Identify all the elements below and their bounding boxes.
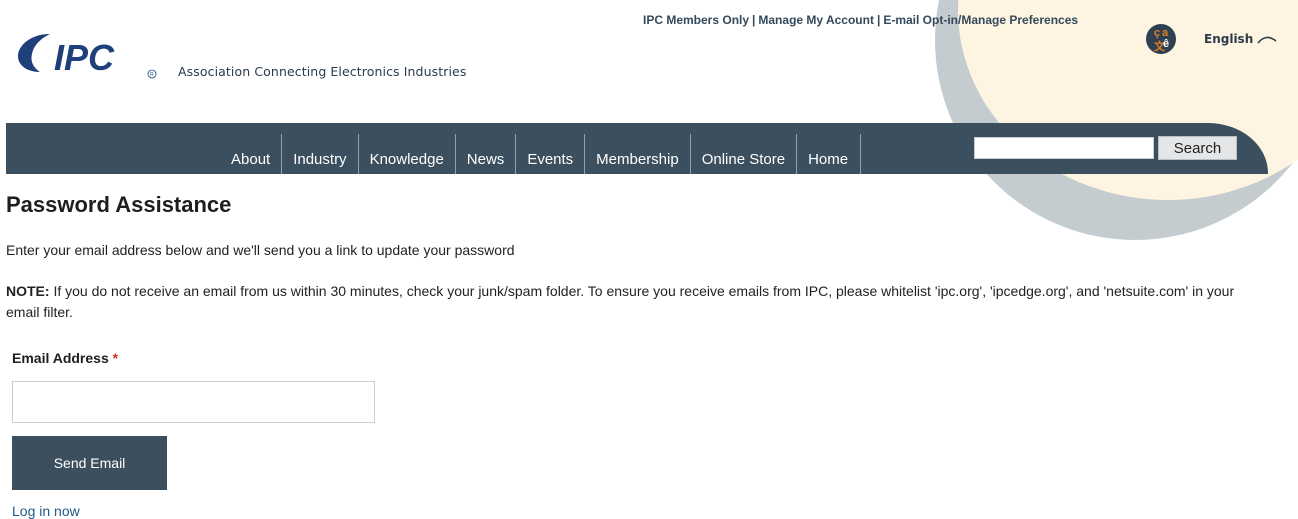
nav-item-knowledge[interactable]: Knowledge bbox=[357, 134, 455, 174]
email-preferences-link[interactable]: E-mail Opt-in/Manage Preferences bbox=[883, 13, 1078, 27]
send-email-button[interactable]: Send Email bbox=[12, 436, 167, 490]
logo-text: IPC bbox=[54, 37, 115, 78]
note-label: NOTE: bbox=[6, 283, 50, 299]
nav-item-news[interactable]: News bbox=[454, 134, 516, 174]
main-navigation: About Industry Knowledge News Events Mem… bbox=[6, 123, 1268, 174]
nav-item-about[interactable]: About bbox=[220, 134, 281, 174]
language-dropdown-icon[interactable] bbox=[1256, 33, 1278, 45]
intro-text: Enter your email address below and we'll… bbox=[6, 242, 515, 258]
link-separator: | bbox=[876, 13, 881, 27]
page-title: Password Assistance bbox=[6, 192, 232, 217]
ipc-logo[interactable]: IPC R bbox=[16, 28, 166, 80]
nav-item-events[interactable]: Events bbox=[515, 134, 584, 174]
search-input[interactable] bbox=[974, 137, 1154, 159]
tagline: Association Connecting Electronics Indus… bbox=[178, 64, 467, 79]
link-separator: | bbox=[752, 13, 756, 27]
nav-menu: About Industry Knowledge News Events Mem… bbox=[220, 134, 862, 174]
nav-item-membership[interactable]: Membership bbox=[584, 134, 690, 174]
nav-item-industry[interactable]: Industry bbox=[281, 134, 357, 174]
email-field[interactable] bbox=[12, 381, 375, 423]
top-utility-links: IPC Members Only | Manage My Account | E-mai… bbox=[643, 13, 1078, 27]
language-translate-icon[interactable]: ç a 文 ê bbox=[1146, 24, 1176, 54]
search-button[interactable]: Search bbox=[1158, 136, 1237, 160]
nav-item-home[interactable]: Home bbox=[796, 134, 862, 174]
nav-item-online-store[interactable]: Online Store bbox=[689, 134, 796, 174]
manage-account-link[interactable]: Manage My Account bbox=[758, 13, 874, 27]
required-marker: * bbox=[112, 350, 119, 366]
language-selector[interactable]: English bbox=[1204, 32, 1253, 46]
svg-text:R: R bbox=[150, 72, 154, 78]
email-label: Email Address * bbox=[12, 350, 119, 366]
note-text: If you do not receive an email from us w… bbox=[6, 283, 1235, 320]
login-link[interactable]: Log in now bbox=[12, 503, 80, 519]
spam-note: NOTE: If you do not receive an email fro… bbox=[6, 281, 1236, 323]
members-only-link[interactable]: IPC Members Only bbox=[643, 13, 749, 27]
